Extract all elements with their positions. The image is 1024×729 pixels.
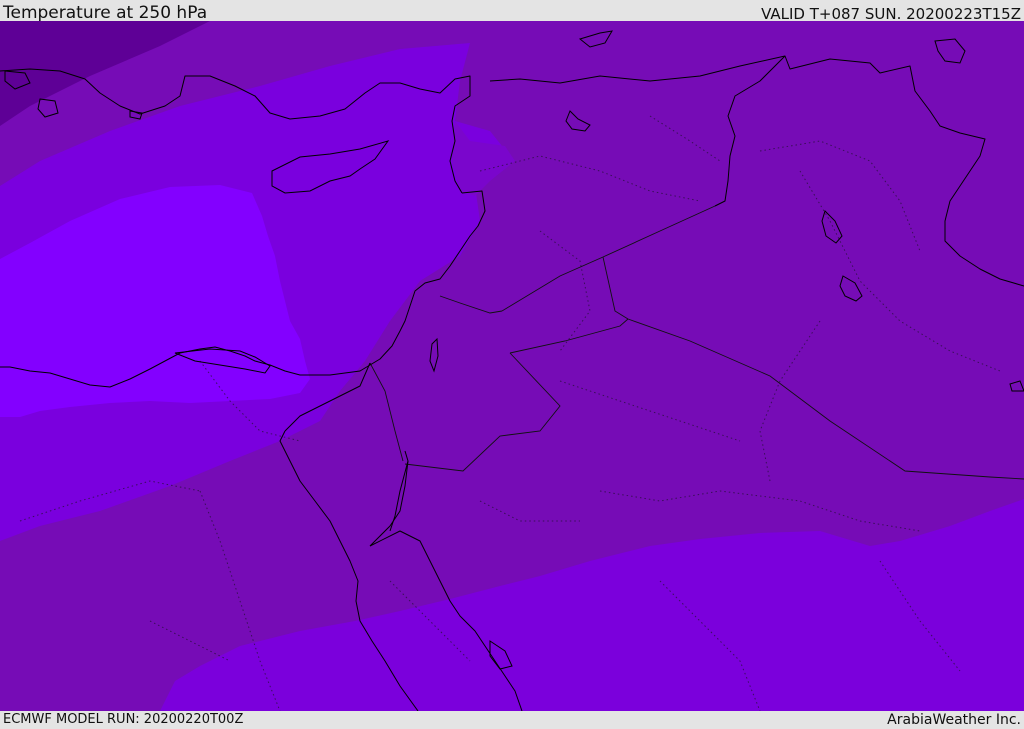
- temperature-map: [0, 21, 1024, 711]
- weather-map-frame: Temperature at 250 hPa VALID T+087 SUN. …: [0, 0, 1024, 729]
- model-run-label: ECMWF MODEL RUN: 20200220T00Z: [3, 712, 244, 727]
- footer-bar: ECMWF MODEL RUN: 20200220T00Z ArabiaWeat…: [0, 711, 1024, 729]
- map-title: Temperature at 250 hPa: [3, 3, 208, 23]
- header-bar: Temperature at 250 hPa VALID T+087 SUN. …: [0, 0, 1024, 23]
- credit-label: ArabiaWeather Inc.: [887, 712, 1021, 728]
